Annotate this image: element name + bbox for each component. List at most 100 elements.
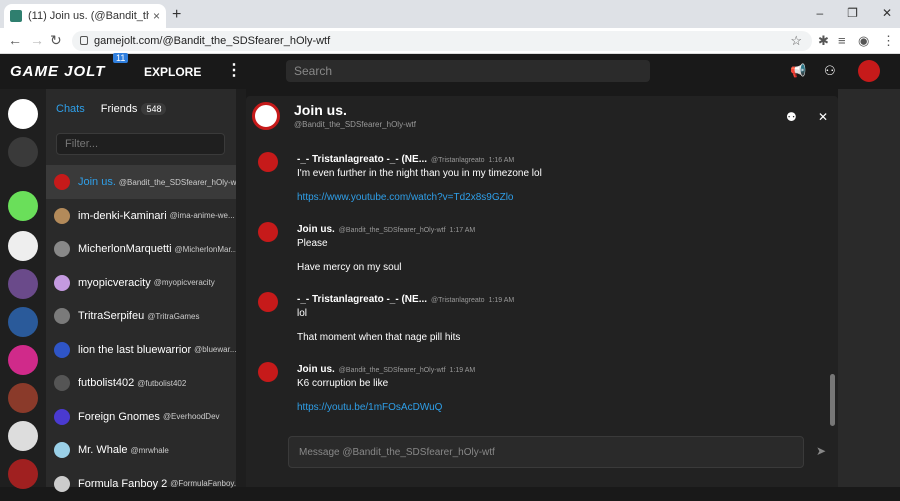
friend-item[interactable]: im-denki-Kaminari @ima-anime-we... — [46, 199, 236, 233]
tab-friends-label: Friends — [100, 103, 138, 115]
friend-item[interactable]: Mr. Whale @mrwhale — [46, 433, 236, 467]
friend-name: im-denki-Kaminari — [78, 209, 167, 222]
message-time: 1:17 AM — [449, 227, 476, 234]
close-icon[interactable]: ✕ — [818, 110, 828, 124]
chat-username: @Bandit_the_SDSfearer_hOly-wtf — [294, 120, 416, 129]
friend-item[interactable]: Join us. @Bandit_the_SDSfearer_hOly-wtf — [46, 165, 236, 199]
message-username: @Tristanlagreato — [431, 297, 485, 304]
friend-handle: @myopicveracity — [153, 278, 215, 287]
rail-item-community[interactable] — [8, 231, 38, 261]
friend-name: Join us. — [78, 176, 116, 188]
tab-close-icon[interactable]: × — [153, 9, 160, 23]
reload-icon[interactable]: ↻ — [50, 32, 62, 49]
message-avatar[interactable] — [258, 362, 278, 382]
message-time: 1:16 AM — [488, 157, 515, 164]
chat-title[interactable]: Join us. — [294, 102, 347, 118]
user-avatar[interactable] — [858, 60, 880, 82]
rail-item-community[interactable] — [8, 421, 38, 451]
sidebar-tabs: Chats Friends 548 — [56, 103, 167, 115]
rail-item-community[interactable] — [8, 269, 38, 299]
friend-avatar — [54, 274, 70, 291]
rail-item-home[interactable] — [8, 99, 38, 129]
message-text: K6 corruption be like — [297, 378, 389, 389]
friend-item[interactable]: Formula Fanboy 2 @FormulaFanboy... — [46, 467, 236, 501]
minimize-icon[interactable]: – — [816, 6, 823, 20]
friend-avatar — [54, 442, 70, 458]
tab-chats[interactable]: Chats — [56, 103, 85, 115]
explore-link[interactable]: EXPLORE — [144, 65, 201, 79]
rail-item-library[interactable] — [8, 137, 38, 167]
search-input[interactable]: Search — [286, 60, 650, 82]
send-icon[interactable]: ➤ — [816, 444, 826, 458]
friend-name: Mr. Whale — [78, 444, 128, 456]
rail-item-community[interactable] — [8, 459, 38, 489]
message-author[interactable]: -_- Tristanlagreato -_- (NE... — [297, 294, 427, 305]
message-author[interactable]: Join us. — [297, 364, 335, 375]
friend-item[interactable]: Foreign Gnomes @EverhoodDev — [46, 400, 236, 434]
users-icon[interactable]: ⚇ — [824, 63, 836, 79]
friend-item[interactable]: MicherlonMarquetti @MicherlonMar... — [46, 232, 236, 266]
message-time: 1:19 AM — [449, 367, 476, 374]
scrollbar[interactable] — [830, 374, 835, 426]
message-avatar[interactable] — [258, 152, 278, 172]
chat-header: Join us. @Bandit_the_SDSfearer_hOly-wtf … — [246, 96, 838, 138]
message-link[interactable]: https://www.youtube.com/watch?v=Td2x8s9G… — [297, 192, 514, 203]
message-text: lol — [297, 308, 308, 319]
window-controls: – ❐ ✕ — [816, 6, 892, 20]
message-link[interactable]: https://youtu.be/1mFOsAcDWuQ — [297, 402, 442, 413]
rail-item-community[interactable] — [8, 345, 38, 375]
browser-tab[interactable]: (11) Join us. (@Bandit_the_SDSfearer_hOl… — [4, 4, 166, 28]
friend-item[interactable]: TritraSerpifeu @TritraGames — [46, 299, 236, 333]
chat-sidebar: Chats Friends 548 Filter... Join us. @Band… — [46, 89, 236, 492]
message-input[interactable]: Message @Bandit_the_SDSfearer_hOly-wtf — [288, 436, 804, 468]
forward-icon[interactable]: → — [30, 32, 44, 48]
tab-friends[interactable]: Friends 548 — [101, 103, 167, 115]
friend-name: myopicveracity — [78, 276, 151, 289]
message-header: -_- Tristanlagreato -_- (NE... @Tristanla… — [297, 294, 514, 305]
friend-name: Formula Fanboy 2 — [78, 477, 168, 490]
friend-avatar — [54, 207, 70, 224]
gamejolt-logo[interactable]: GAME JOLT — [10, 63, 105, 80]
extension-icon[interactable]: ✱ — [818, 33, 829, 49]
add-friend-icon[interactable]: ⚉ — [786, 110, 797, 124]
message-text: That moment when that nage pill hits — [297, 332, 461, 343]
browser-tab-strip: (11) Join us. (@Bandit_the_SDSfearer_hOl… — [0, 0, 900, 28]
friend-name: Foreign Gnomes — [78, 410, 160, 423]
message-text: Please — [297, 238, 328, 249]
back-icon[interactable]: ← — [8, 32, 22, 48]
friend-handle: @futbolist402 — [137, 378, 187, 388]
message-header: -_- Tristanlagreato -_- (NE... @Tristanla… — [297, 154, 514, 165]
more-menu-icon[interactable]: ⋮ — [226, 60, 242, 80]
message-username: @Tristanlagreato — [431, 157, 485, 164]
friend-item[interactable]: futbolist402 @futbolist402 — [46, 366, 236, 400]
background-strip — [236, 89, 246, 487]
message-author[interactable]: -_- Tristanlagreato -_- (NE... — [297, 154, 427, 165]
rail-item-community[interactable] — [8, 307, 38, 337]
message-avatar[interactable] — [258, 292, 278, 312]
profile-icon[interactable]: ◉ — [858, 33, 869, 49]
message-header: Join us. @Bandit_the_SDSfearer_hOly-wtf 1:… — [297, 224, 475, 235]
playlist-icon[interactable]: ≡ — [838, 33, 846, 48]
friend-handle: @MicherlonMar... — [174, 244, 236, 254]
star-icon[interactable]: ☆ — [790, 33, 802, 49]
menu-icon[interactable]: ⋮ — [882, 33, 895, 49]
new-tab-button[interactable]: + — [172, 6, 181, 24]
friend-handle: @mrwhale — [130, 445, 169, 455]
maximize-icon[interactable]: ❐ — [847, 6, 858, 20]
chat-avatar[interactable] — [252, 102, 280, 130]
rail-item-community[interactable] — [8, 383, 38, 413]
rail-item-community[interactable] — [8, 191, 38, 221]
address-bar[interactable]: gamejolt.com/@Bandit_the_SDSfearer_hOly-… — [72, 31, 812, 51]
message-author[interactable]: Join us. — [297, 224, 335, 235]
friend-item[interactable]: myopicveracity @myopicveracity — [46, 266, 236, 300]
address-url: gamejolt.com/@Bandit_the_SDSfearer_hOly-… — [94, 35, 331, 47]
friend-avatar — [54, 174, 70, 190]
friend-name: lion the last bluewarrior — [78, 343, 192, 356]
bullhorn-icon[interactable]: 📢 — [790, 63, 806, 79]
lock-icon — [80, 36, 88, 45]
friend-avatar — [54, 475, 70, 492]
close-window-icon[interactable]: ✕ — [882, 6, 892, 20]
friend-item[interactable]: lion the last bluewarrior @bluewar... — [46, 333, 236, 367]
filter-input[interactable]: Filter... — [56, 133, 225, 155]
message-avatar[interactable] — [258, 222, 278, 242]
